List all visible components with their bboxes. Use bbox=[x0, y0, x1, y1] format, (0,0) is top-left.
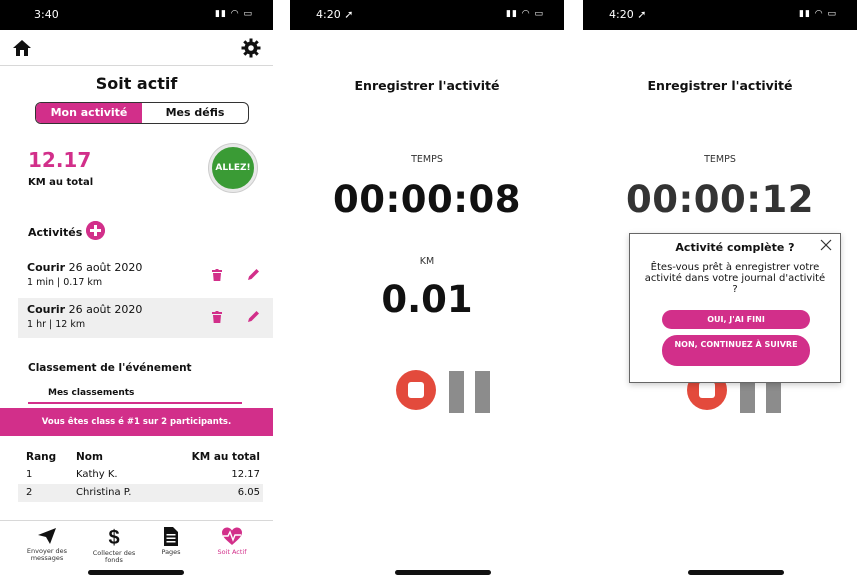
home-indicator bbox=[395, 570, 491, 575]
record-activity-complete-screen: 4:20 ➚ ▮▮ ◠ ▭ Enregistrer l'activité TEM… bbox=[583, 0, 857, 575]
pencil-icon[interactable] bbox=[248, 310, 260, 322]
continue-tracking-button[interactable]: NON, CONTINUEZ À SUIVRE bbox=[662, 335, 810, 366]
page-title: Soit actif bbox=[95, 74, 178, 93]
activity-type: Courir bbox=[27, 303, 66, 316]
row-rank: 1 bbox=[26, 469, 33, 480]
heart-pulse-icon bbox=[222, 527, 242, 545]
dialog-message: Êtes-vous prêt à enregistrer votre activ… bbox=[644, 262, 826, 295]
total-km-label: KM au total bbox=[28, 177, 94, 188]
tab-label: Pages bbox=[161, 548, 181, 556]
header-rang: Rang bbox=[26, 451, 57, 463]
trash-icon[interactable] bbox=[212, 269, 222, 281]
gear-icon[interactable] bbox=[241, 38, 261, 58]
table-row: 1 Kathy K. 12.17 bbox=[18, 466, 263, 484]
timer-value: 00:00:12 bbox=[625, 178, 815, 221]
total-km-value: 12.17 bbox=[28, 148, 92, 172]
record-activity-screen: 4:20 ➚ ▮▮ ◠ ▭ Enregistrer l'activité TEM… bbox=[290, 0, 564, 575]
status-time: 4:20 ➚ bbox=[316, 8, 354, 21]
location-arrow-icon: ➚ bbox=[344, 8, 354, 21]
activity-item[interactable]: Courir 26 août 2020 1 min | 0.17 km bbox=[18, 256, 273, 296]
svg-text:$: $ bbox=[108, 527, 119, 547]
tab-mes-classements[interactable]: Mes classements bbox=[28, 388, 242, 404]
signal-wifi-battery-icon: ▮▮ ◠ ▭ bbox=[799, 9, 837, 19]
activity-type: Courir bbox=[27, 261, 66, 274]
tab-label: Envoyer des messages bbox=[26, 547, 68, 562]
row-rank: 2 bbox=[26, 487, 33, 498]
signal-wifi-battery-icon: ▮▮ ◠ ▭ bbox=[215, 9, 253, 19]
activity-date: 26 août 2020 bbox=[68, 261, 143, 274]
signal-wifi-battery-icon: ▮▮ ◠ ▭ bbox=[506, 9, 544, 19]
tab-pages[interactable]: Pages bbox=[141, 527, 201, 556]
status-bar: 4:20 ➚ ▮▮ ◠ ▭ bbox=[290, 0, 564, 30]
tab-label: Collecter des fonds bbox=[92, 549, 136, 564]
activity-date: 26 août 2020 bbox=[68, 303, 143, 316]
pause-button[interactable] bbox=[449, 371, 490, 413]
add-activity-icon[interactable] bbox=[86, 221, 105, 240]
header-nom: Nom bbox=[76, 451, 103, 463]
header-km: KM au total bbox=[191, 451, 260, 463]
row-name: Kathy K. bbox=[76, 469, 118, 480]
top-nav bbox=[0, 34, 273, 66]
segmented-control: Mon activité Mes défis bbox=[35, 102, 249, 124]
bottom-tab-bar: Envoyer des messages $ Collecter des fon… bbox=[0, 520, 273, 575]
trash-icon[interactable] bbox=[212, 311, 222, 323]
tab-collecter-fonds[interactable]: $ Collecter des fonds bbox=[84, 527, 144, 564]
activity-item[interactable]: Courir 26 août 2020 1 hr | 12 km bbox=[18, 298, 273, 338]
activity-complete-dialog: Activité complète ? Êtes-vous prêt à enr… bbox=[629, 233, 841, 383]
page-title: Enregistrer l'activité bbox=[647, 78, 793, 93]
status-bar: 4:20 ➚ ▮▮ ◠ ▭ bbox=[583, 0, 857, 30]
close-icon[interactable] bbox=[820, 239, 832, 251]
screens-container: 3:40 ▮▮ ◠ ▭ Soit actif Mon activité Mes … bbox=[0, 0, 857, 575]
ranking-table: Rang Nom KM au total 1 Kathy K. 12.17 2 … bbox=[18, 448, 263, 502]
status-bar: 3:40 ▮▮ ◠ ▭ bbox=[0, 0, 273, 30]
timer-value: 00:00:08 bbox=[332, 178, 522, 221]
activity-details: 1 min | 0.17 km bbox=[27, 277, 103, 288]
tab-envoyer-messages[interactable]: Envoyer des messages bbox=[17, 527, 77, 562]
document-icon bbox=[164, 527, 178, 546]
home-indicator bbox=[688, 570, 784, 575]
tab-label: Soit Actif bbox=[217, 548, 247, 556]
confirm-finish-button[interactable]: OUI, J'AI FINI bbox=[662, 310, 810, 329]
activity-details: 1 hr | 12 km bbox=[27, 319, 86, 330]
temps-label: TEMPS bbox=[411, 154, 443, 165]
dialog-title: Activité complète ? bbox=[675, 241, 795, 254]
location-arrow-icon: ➚ bbox=[637, 8, 647, 21]
stop-button[interactable] bbox=[396, 370, 436, 410]
km-value: 0.01 bbox=[381, 278, 473, 321]
home-indicator bbox=[88, 570, 184, 575]
tab-soit-actif[interactable]: Soit Actif bbox=[202, 527, 262, 556]
row-name: Christina P. bbox=[76, 487, 132, 498]
activities-heading: Activités bbox=[28, 226, 83, 239]
row-km: 6.05 bbox=[237, 487, 260, 498]
table-row: 2 Christina P. 6.05 bbox=[18, 484, 263, 502]
allez-button[interactable]: ALLEZ! bbox=[209, 144, 257, 192]
home-icon[interactable] bbox=[12, 38, 32, 58]
status-time: 4:20 ➚ bbox=[609, 8, 647, 21]
row-km: 12.17 bbox=[231, 469, 260, 480]
soit-actif-screen: 3:40 ▮▮ ◠ ▭ Soit actif Mon activité Mes … bbox=[0, 0, 273, 575]
status-time: 3:40 bbox=[34, 8, 59, 21]
ranking-heading: Classement de l'événement bbox=[28, 362, 192, 374]
page-title: Enregistrer l'activité bbox=[354, 78, 500, 93]
paper-plane-icon bbox=[38, 528, 56, 544]
table-header: Rang Nom KM au total bbox=[18, 448, 263, 466]
pencil-icon[interactable] bbox=[248, 268, 260, 280]
temps-label: TEMPS bbox=[704, 154, 736, 165]
tab-mon-activite[interactable]: Mon activité bbox=[36, 103, 142, 123]
km-label: KM bbox=[419, 256, 435, 267]
tab-mes-defis[interactable]: Mes défis bbox=[142, 103, 248, 123]
dollar-icon: $ bbox=[108, 527, 119, 547]
ranking-banner: Vous êtes class é #1 sur 2 participants. bbox=[0, 408, 273, 436]
